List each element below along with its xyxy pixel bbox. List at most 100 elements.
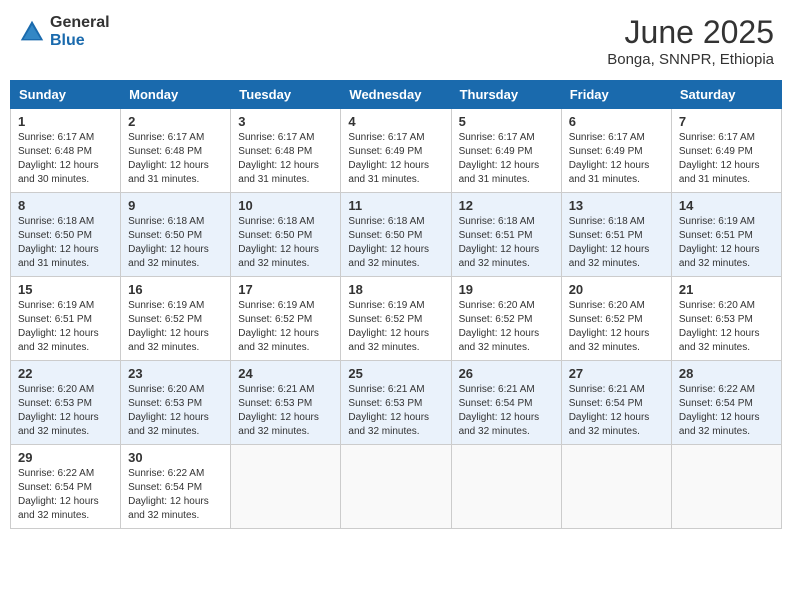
day-info: Sunrise: 6:17 AM Sunset: 6:48 PM Dayligh…: [18, 131, 113, 187]
day-number: 9: [128, 198, 223, 213]
day-number: 18: [348, 282, 443, 297]
calendar-cell: 30 Sunrise: 6:22 AM Sunset: 6:54 PM Dayli…: [121, 445, 231, 529]
day-number: 1: [18, 114, 113, 129]
calendar-cell: 11Sunrise: 6:18 AM Sunset: 6:50 PM Dayli…: [341, 193, 451, 277]
calendar-cell: 10 Sunrise: 6:18 AM Sunset: 6:50 PM Dayli…: [231, 193, 341, 277]
day-number: 29: [18, 450, 113, 465]
calendar-week-row: 15 Sunrise: 6:19 AM Sunset: 6:51 PM Dayli…: [11, 277, 782, 361]
day-number: 27: [569, 366, 664, 381]
day-info: Sunrise: 6:17 AM Sunset: 6:49 PM Dayligh…: [459, 131, 554, 187]
calendar-cell: 1 Sunrise: 6:17 AM Sunset: 6:48 PM Daylig…: [11, 109, 121, 193]
calendar-cell: 24Sunrise: 6:21 AM Sunset: 6:53 PM Dayli…: [231, 361, 341, 445]
header-monday: Monday: [121, 81, 231, 109]
header-wednesday: Wednesday: [341, 81, 451, 109]
day-info: Sunrise: 6:20 AM Sunset: 6:52 PM Dayligh…: [459, 299, 554, 355]
header-friday: Friday: [561, 81, 671, 109]
day-number: 26: [459, 366, 554, 381]
day-info: Sunrise: 6:22 AM Sunset: 6:54 PM Dayligh…: [18, 467, 113, 523]
header-saturday: Saturday: [671, 81, 781, 109]
calendar-cell: 16 Sunrise: 6:19 AM Sunset: 6:52 PM Dayli…: [121, 277, 231, 361]
day-info: Sunrise: 6:17 AM Sunset: 6:49 PM Dayligh…: [348, 131, 443, 187]
day-number: 4: [348, 114, 443, 129]
page-header: General Blue June 2025 Bonga, SNNPR, Eth…: [10, 10, 782, 72]
calendar-cell: 8 Sunrise: 6:18 AM Sunset: 6:50 PM Daylig…: [11, 193, 121, 277]
calendar-cell: 19 Sunrise: 6:20 AM Sunset: 6:52 PM Dayli…: [451, 277, 561, 361]
calendar-week-row: 8 Sunrise: 6:18 AM Sunset: 6:50 PM Daylig…: [11, 193, 782, 277]
day-info: Sunrise: 6:20 AM Sunset: 6:52 PM Dayligh…: [569, 299, 664, 355]
day-info: Sunrise: 6:20 AM Sunset: 6:53 PM Dayligh…: [679, 299, 774, 355]
logo-general: General: [50, 14, 110, 32]
logo-text: General Blue: [50, 14, 110, 49]
calendar-week-row: 29 Sunrise: 6:22 AM Sunset: 6:54 PM Dayli…: [11, 445, 782, 529]
calendar-cell: 7Sunrise: 6:17 AM Sunset: 6:49 PM Daylig…: [671, 109, 781, 193]
day-number: 30: [128, 450, 223, 465]
logo-icon: [18, 18, 46, 46]
day-number: 28: [679, 366, 774, 381]
day-info: Sunrise: 6:21 AM Sunset: 6:53 PM Dayligh…: [238, 383, 333, 439]
calendar-cell: [671, 445, 781, 529]
day-number: 6: [569, 114, 664, 129]
day-number: 23: [128, 366, 223, 381]
day-number: 8: [18, 198, 113, 213]
calendar-cell: [561, 445, 671, 529]
day-info: Sunrise: 6:17 AM Sunset: 6:48 PM Dayligh…: [128, 131, 223, 187]
calendar-cell: 4 Sunrise: 6:17 AM Sunset: 6:49 PM Daylig…: [341, 109, 451, 193]
day-info: Sunrise: 6:20 AM Sunset: 6:53 PM Dayligh…: [128, 383, 223, 439]
calendar-cell: 3Sunrise: 6:17 AM Sunset: 6:48 PM Daylig…: [231, 109, 341, 193]
calendar-week-row: 1 Sunrise: 6:17 AM Sunset: 6:48 PM Daylig…: [11, 109, 782, 193]
day-info: Sunrise: 6:21 AM Sunset: 6:53 PM Dayligh…: [348, 383, 443, 439]
calendar-cell: 22Sunrise: 6:20 AM Sunset: 6:53 PM Dayli…: [11, 361, 121, 445]
calendar-cell: [451, 445, 561, 529]
day-info: Sunrise: 6:19 AM Sunset: 6:51 PM Dayligh…: [18, 299, 113, 355]
day-number: 12: [459, 198, 554, 213]
day-number: 22: [18, 366, 113, 381]
calendar-table: SundayMondayTuesdayWednesdayThursdayFrid…: [10, 80, 782, 529]
header-tuesday: Tuesday: [231, 81, 341, 109]
day-number: 17: [238, 282, 333, 297]
calendar-cell: 23 Sunrise: 6:20 AM Sunset: 6:53 PM Dayli…: [121, 361, 231, 445]
month-title: June 2025: [607, 14, 774, 51]
day-number: 10: [238, 198, 333, 213]
calendar-cell: 12Sunrise: 6:18 AM Sunset: 6:51 PM Dayli…: [451, 193, 561, 277]
day-number: 19: [459, 282, 554, 297]
day-info: Sunrise: 6:17 AM Sunset: 6:49 PM Dayligh…: [569, 131, 664, 187]
title-block: June 2025 Bonga, SNNPR, Ethiopia: [607, 14, 774, 68]
day-info: Sunrise: 6:19 AM Sunset: 6:52 PM Dayligh…: [348, 299, 443, 355]
day-info: Sunrise: 6:22 AM Sunset: 6:54 PM Dayligh…: [679, 383, 774, 439]
day-number: 5: [459, 114, 554, 129]
calendar-cell: 29 Sunrise: 6:22 AM Sunset: 6:54 PM Dayli…: [11, 445, 121, 529]
day-number: 13: [569, 198, 664, 213]
day-number: 15: [18, 282, 113, 297]
day-info: Sunrise: 6:18 AM Sunset: 6:50 PM Dayligh…: [128, 215, 223, 271]
day-info: Sunrise: 6:19 AM Sunset: 6:52 PM Dayligh…: [238, 299, 333, 355]
calendar-cell: 20 Sunrise: 6:20 AM Sunset: 6:52 PM Dayli…: [561, 277, 671, 361]
calendar-cell: 5 Sunrise: 6:17 AM Sunset: 6:49 PM Daylig…: [451, 109, 561, 193]
day-info: Sunrise: 6:21 AM Sunset: 6:54 PM Dayligh…: [459, 383, 554, 439]
day-info: Sunrise: 6:18 AM Sunset: 6:50 PM Dayligh…: [238, 215, 333, 271]
day-info: Sunrise: 6:19 AM Sunset: 6:52 PM Dayligh…: [128, 299, 223, 355]
day-info: Sunrise: 6:22 AM Sunset: 6:54 PM Dayligh…: [128, 467, 223, 523]
day-number: 3: [238, 114, 333, 129]
calendar-cell: 2 Sunrise: 6:17 AM Sunset: 6:48 PM Daylig…: [121, 109, 231, 193]
calendar-cell: 15 Sunrise: 6:19 AM Sunset: 6:51 PM Dayli…: [11, 277, 121, 361]
day-number: 16: [128, 282, 223, 297]
calendar-cell: 18 Sunrise: 6:19 AM Sunset: 6:52 PM Dayli…: [341, 277, 451, 361]
day-info: Sunrise: 6:19 AM Sunset: 6:51 PM Dayligh…: [679, 215, 774, 271]
day-number: 14: [679, 198, 774, 213]
calendar-week-row: 22 Sunrise: 6:20 AM Sunset: 6:53 PM Dayli…: [11, 361, 782, 445]
calendar-cell: 14 Sunrise: 6:19 AM Sunset: 6:51 PM Dayli…: [671, 193, 781, 277]
calendar-cell: 17 Sunrise: 6:19 AM Sunset: 6:52 PM Dayli…: [231, 277, 341, 361]
header-thursday: Thursday: [451, 81, 561, 109]
location-title: Bonga, SNNPR, Ethiopia: [607, 51, 774, 68]
calendar-header-row: SundayMondayTuesdayWednesdayThursdayFrid…: [11, 81, 782, 109]
day-number: 20: [569, 282, 664, 297]
day-info: Sunrise: 6:18 AM Sunset: 6:50 PM Dayligh…: [348, 215, 443, 271]
calendar-cell: 27 Sunrise: 6:21 AM Sunset: 6:54 PM Dayli…: [561, 361, 671, 445]
day-info: Sunrise: 6:18 AM Sunset: 6:50 PM Dayligh…: [18, 215, 113, 271]
day-info: Sunrise: 6:21 AM Sunset: 6:54 PM Dayligh…: [569, 383, 664, 439]
header-sunday: Sunday: [11, 81, 121, 109]
calendar-cell: 6 Sunrise: 6:17 AM Sunset: 6:49 PM Daylig…: [561, 109, 671, 193]
calendar-cell: [341, 445, 451, 529]
day-number: 2: [128, 114, 223, 129]
day-number: 21: [679, 282, 774, 297]
